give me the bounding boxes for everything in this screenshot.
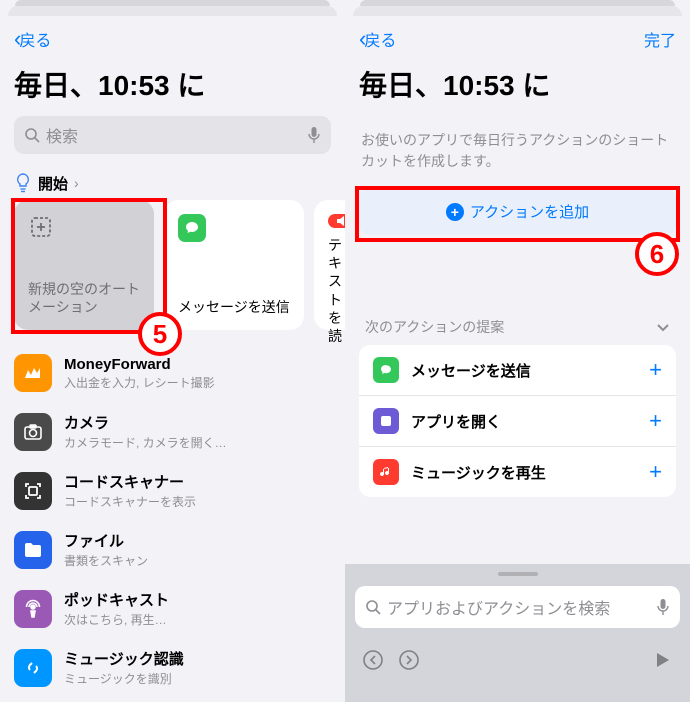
app-sub: コードスキャナーを表示 bbox=[64, 493, 331, 510]
card-row: 新規の空のオートメーション メッセージを送信 テキストを読み上げる bbox=[0, 200, 345, 344]
add-action-button[interactable]: + アクションを追加 bbox=[359, 188, 676, 235]
app-sub: 書類をスキャン bbox=[64, 552, 331, 569]
app-row-shazam[interactable]: ミュージック認識 ミュージックを識別 bbox=[0, 638, 345, 697]
suggestion-label: ミュージックを再生 bbox=[411, 462, 637, 483]
codescanner-icon bbox=[14, 472, 52, 510]
app-list: MoneyForward 入出金を入力, レシート撮影 カメラ カメラモード, … bbox=[0, 344, 345, 697]
card-send-message[interactable]: メッセージを送信 bbox=[164, 200, 304, 330]
card-label: テキストを読み上げる bbox=[328, 236, 340, 344]
begin-label: 開始 bbox=[38, 173, 68, 194]
mic-icon[interactable] bbox=[656, 598, 670, 616]
back-button[interactable]: ‹ 戻る bbox=[14, 26, 51, 52]
app-row-camera[interactable]: カメラ カメラモード, カメラを開く… bbox=[0, 402, 345, 461]
done-button[interactable]: 完了 bbox=[644, 27, 676, 51]
app-title: カメラ bbox=[64, 412, 331, 433]
search-icon bbox=[365, 599, 381, 615]
suggestion-label: メッセージを送信 bbox=[411, 360, 637, 381]
podcast-icon bbox=[14, 590, 52, 628]
add-icon[interactable]: + bbox=[649, 408, 662, 434]
app-title: MoneyForward bbox=[64, 356, 331, 373]
app-row-files[interactable]: ファイル 書類をスキャン bbox=[0, 520, 345, 579]
chevron-right-icon: › bbox=[74, 175, 79, 191]
app-sub: 次はこちら, 再生… bbox=[64, 611, 331, 628]
nav-bar: ‹ 戻る 完了 bbox=[345, 16, 690, 56]
speak-icon bbox=[328, 214, 345, 228]
add-icon[interactable]: + bbox=[649, 459, 662, 485]
suggestion-open-app[interactable]: アプリを開く + bbox=[359, 396, 676, 447]
undo-button[interactable] bbox=[355, 642, 391, 678]
mic-icon[interactable] bbox=[307, 126, 321, 144]
begin-row[interactable]: 開始 › bbox=[0, 164, 345, 200]
app-row-codescanner[interactable]: コードスキャナー コードスキャナーを表示 bbox=[0, 461, 345, 520]
card-speak-text[interactable]: テキストを読み上げる bbox=[314, 200, 345, 330]
app-title: ポッドキャスト bbox=[64, 589, 331, 610]
keyboard-search-placeholder: アプリおよびアクションを検索 bbox=[387, 595, 656, 619]
section-label: 次のアクションの提案 bbox=[365, 317, 504, 337]
files-icon bbox=[14, 531, 52, 569]
moneyforward-icon bbox=[14, 354, 52, 392]
page-title: 毎日、10:53 に bbox=[0, 56, 345, 116]
card-new-automation[interactable]: 新規の空のオートメーション bbox=[14, 200, 154, 330]
add-action-label: アクションを追加 bbox=[470, 201, 589, 222]
new-automation-icon bbox=[28, 214, 54, 240]
right-screen: ‹ 戻る 完了 毎日、10:53 に お使いのアプリで毎日行うアクションのショー… bbox=[345, 0, 690, 702]
plus-circle-icon: + bbox=[446, 203, 464, 221]
back-button[interactable]: ‹ 戻る bbox=[359, 26, 396, 52]
chevron-down-icon bbox=[656, 319, 670, 335]
messages-icon bbox=[373, 357, 399, 383]
keyboard-toolbar bbox=[345, 638, 690, 682]
search-placeholder: 検索 bbox=[46, 123, 307, 147]
app-row-podcast[interactable]: ポッドキャスト 次はこちら, 再生… bbox=[0, 579, 345, 638]
lightbulb-icon bbox=[14, 172, 32, 194]
music-icon bbox=[373, 459, 399, 485]
left-screen: ‹ 戻る 毎日、10:53 に 検索 開始 › 新規の空のオートメーション bbox=[0, 0, 345, 702]
nav-bar: ‹ 戻る bbox=[0, 16, 345, 56]
messages-icon bbox=[178, 214, 206, 242]
card-label: メッセージを送信 bbox=[178, 298, 290, 316]
shazam-icon bbox=[14, 649, 52, 687]
search-input[interactable]: 検索 bbox=[14, 116, 331, 154]
open-app-icon bbox=[373, 408, 399, 434]
app-row-moneyforward[interactable]: MoneyForward 入出金を入力, レシート撮影 bbox=[0, 344, 345, 402]
card-label: 新規の空のオートメーション bbox=[28, 280, 140, 316]
app-sub: ミュージックを識別 bbox=[64, 670, 331, 687]
suggestion-play-music[interactable]: ミュージックを再生 + bbox=[359, 447, 676, 497]
section-header[interactable]: 次のアクションの提案 bbox=[345, 307, 690, 345]
app-title: ファイル bbox=[64, 530, 331, 551]
search-icon bbox=[24, 127, 40, 143]
camera-icon bbox=[14, 413, 52, 451]
app-sub: カメラモード, カメラを開く… bbox=[64, 434, 331, 451]
keyboard-search-input[interactable]: アプリおよびアクションを検索 bbox=[355, 586, 680, 628]
suggestion-send-message[interactable]: メッセージを送信 + bbox=[359, 345, 676, 396]
back-label: 戻る bbox=[19, 27, 51, 51]
suggestion-label: アプリを開く bbox=[411, 411, 637, 432]
keyboard-handle[interactable] bbox=[498, 572, 538, 576]
description-text: お使いのアプリで毎日行うアクションのショートカットを作成します。 bbox=[345, 116, 690, 188]
back-label: 戻る bbox=[364, 27, 396, 51]
play-button[interactable] bbox=[644, 642, 680, 678]
add-icon[interactable]: + bbox=[649, 357, 662, 383]
page-title: 毎日、10:53 に bbox=[345, 56, 690, 116]
suggestion-list: メッセージを送信 + アプリを開く + ミュージックを再生 + bbox=[359, 345, 676, 497]
app-title: ミュージック認識 bbox=[64, 648, 331, 669]
app-title: コードスキャナー bbox=[64, 471, 331, 492]
redo-button[interactable] bbox=[391, 642, 427, 678]
app-sub: 入出金を入力, レシート撮影 bbox=[64, 374, 331, 391]
keyboard-area: アプリおよびアクションを検索 bbox=[345, 564, 690, 702]
